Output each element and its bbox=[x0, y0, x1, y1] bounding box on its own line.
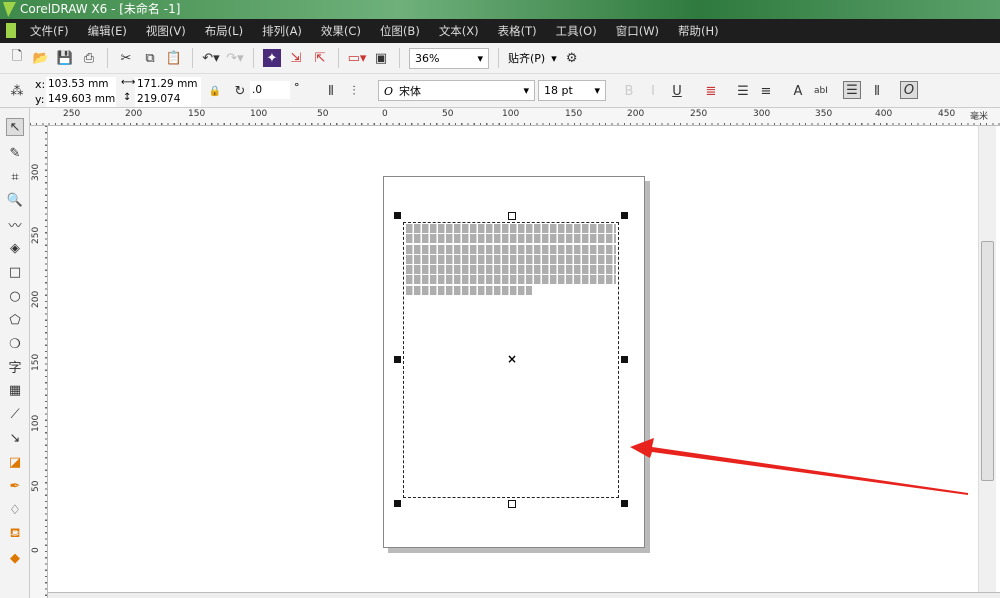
red-arrow-icon bbox=[630, 438, 968, 495]
vertical-scrollbar[interactable] bbox=[978, 126, 996, 592]
horizontal-scrollbar[interactable] bbox=[48, 592, 1000, 598]
annotation-arrow bbox=[630, 438, 968, 495]
scroll-thumb[interactable] bbox=[981, 241, 994, 481]
